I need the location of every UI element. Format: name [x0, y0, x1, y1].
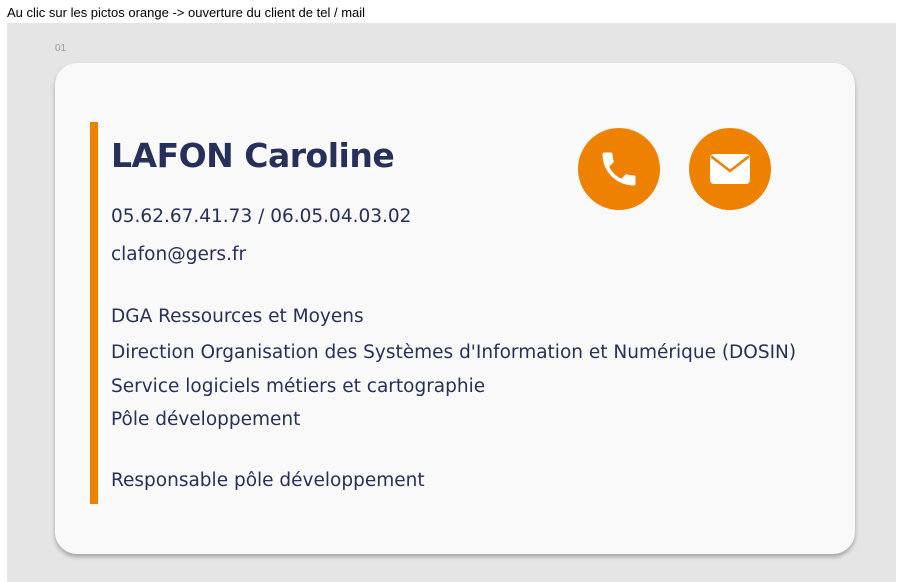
department-line: Pôle développement [111, 409, 301, 430]
phone-icon [602, 152, 636, 186]
contact-name: LAFON Caroline [111, 136, 395, 175]
annotation-note: Au clic sur les pictos orange -> ouvertu… [7, 5, 366, 20]
mail-icon [710, 154, 750, 184]
contact-card: LAFON Caroline 05.62.67.41.73 / 06.05.04… [55, 63, 855, 554]
phone-numbers: 05.62.67.41.73 / 06.05.04.03.02 [111, 206, 412, 227]
design-canvas: 01 LAFON Caroline 05.62.67.41.73 / 06.05… [7, 23, 896, 582]
job-title: Responsable pôle développement [111, 470, 425, 491]
frame-label: 01 [55, 43, 67, 54]
call-button[interactable] [578, 128, 660, 210]
department-line: Service logiciels métiers et cartographi… [111, 376, 486, 397]
accent-bar [90, 122, 98, 504]
email-address: clafon@gers.fr [111, 244, 247, 265]
department-line: DGA Ressources et Moyens [111, 306, 364, 327]
department-line: Direction Organisation des Systèmes d'In… [111, 342, 797, 363]
mail-button[interactable] [689, 128, 771, 210]
